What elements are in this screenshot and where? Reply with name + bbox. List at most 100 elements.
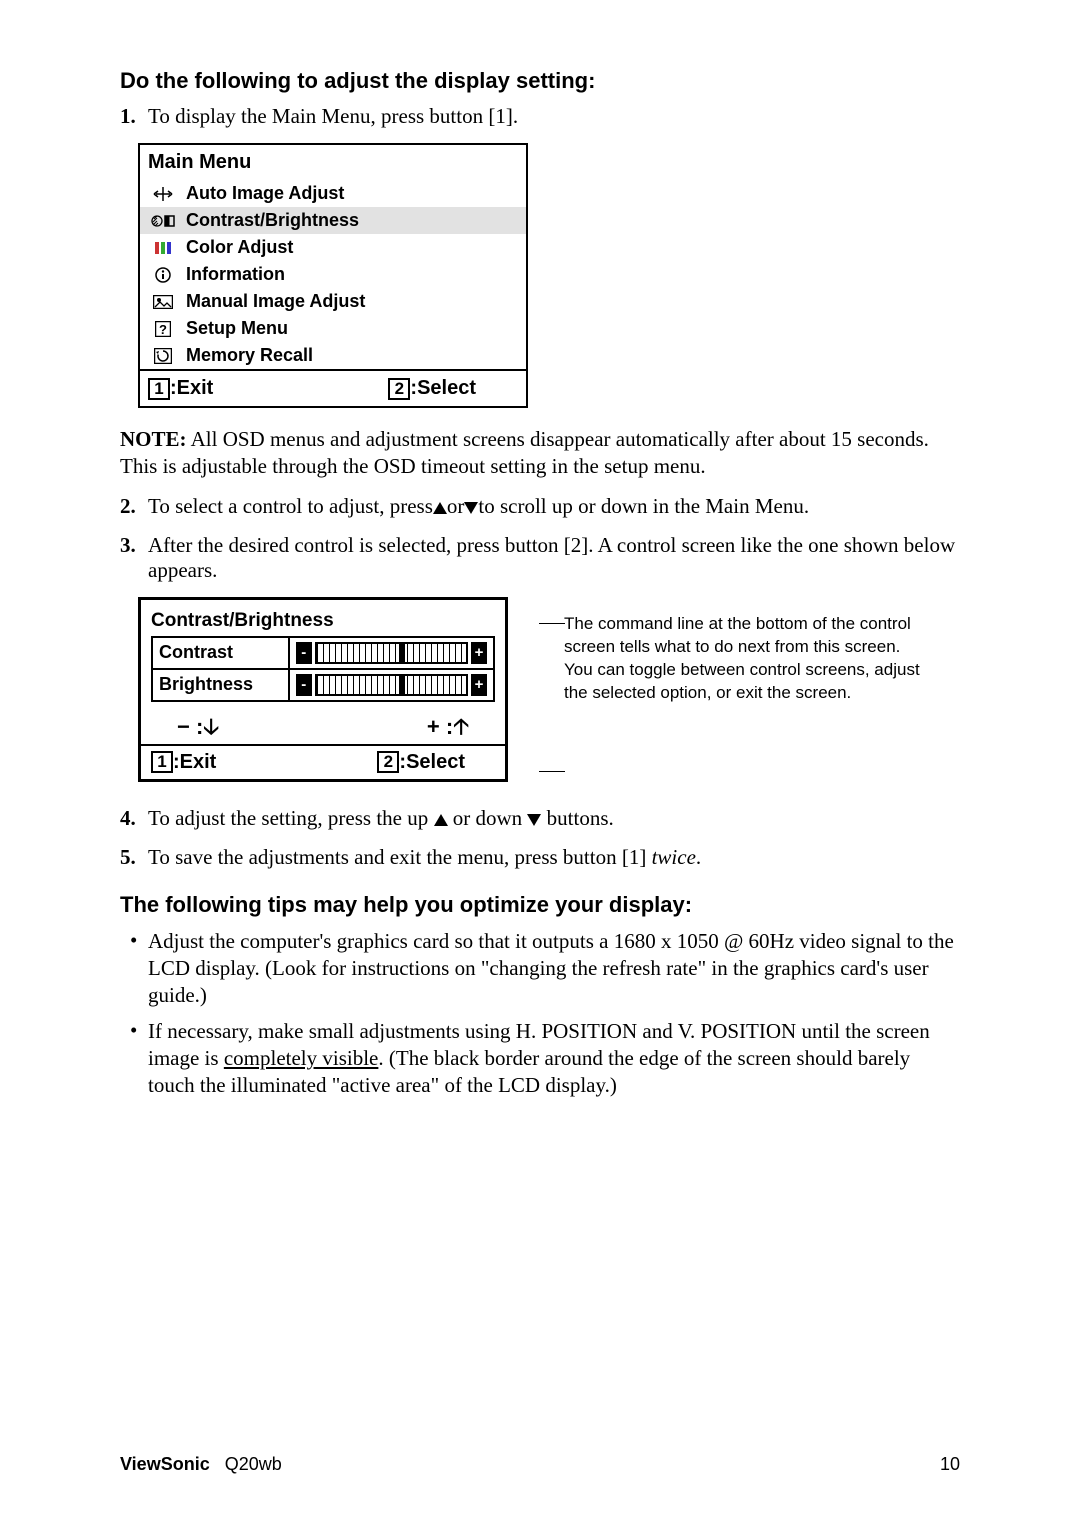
key-1-icon: 1 (151, 751, 173, 773)
note-paragraph: NOTE: All OSD menus and adjustment scree… (120, 426, 960, 480)
down-triangle-icon (464, 502, 478, 514)
brightness-label: Brightness (152, 669, 289, 701)
decrease-hint: − :🡣 (177, 714, 219, 740)
text-fragment: or down (448, 806, 528, 830)
step-number: 5. (120, 845, 148, 870)
step-5: 5. To save the adjustments and exit the … (120, 845, 960, 870)
step-number: 2. (120, 494, 148, 519)
exit-label: :Exit (170, 377, 213, 400)
up-triangle-icon (433, 502, 447, 514)
cb-title: Contrast/Brightness (151, 610, 495, 632)
cb-table: Contrast -+ Brightness -+ (151, 636, 495, 702)
memory-recall-icon (150, 348, 176, 364)
exit-label: :Exit (173, 751, 216, 774)
minus-icon: - (296, 642, 312, 664)
main-menu-osd: Main Menu Auto Image Adjust Contrast/Bri… (138, 143, 528, 408)
menu-item-information: Information (140, 261, 526, 288)
tip-text: Adjust the computer's graphics card so t… (148, 928, 960, 1009)
footer-brand: ViewSonic (120, 1454, 210, 1474)
step-number: 4. (120, 806, 148, 831)
step-4: 4. To adjust the setting, press the up o… (120, 806, 960, 831)
plus-icon: + (471, 642, 487, 664)
minus-icon: - (296, 674, 312, 696)
section-heading: Do the following to adjust the display s… (120, 68, 960, 94)
key-2-icon: 2 (388, 378, 410, 400)
menu-item-label: Color Adjust (186, 237, 293, 258)
bullet-icon: • (130, 1018, 148, 1099)
menu-item-label: Information (186, 264, 285, 285)
text-fragment: or (447, 494, 465, 518)
key-1-icon: 1 (148, 378, 170, 400)
tip-2: • If necessary, make small adjustments u… (130, 1018, 960, 1099)
text-fragment: To select a control to adjust, press (148, 494, 433, 518)
brightness-slider: -+ (289, 669, 494, 701)
slider-track (315, 674, 468, 696)
step-1: 1. To display the Main Menu, press butto… (120, 104, 960, 129)
step-text: To save the adjustments and exit the men… (148, 845, 960, 870)
up-triangle-icon (434, 814, 448, 826)
main-menu-footer: 1 :Exit 2 :Select (140, 369, 526, 406)
cb-nav-row: − :🡣 + :🡡 (151, 702, 495, 744)
step-text: To select a control to adjust, press orto… (148, 494, 960, 519)
bullet-icon: • (130, 928, 148, 1009)
step-text: After the desired control is selected, p… (148, 533, 960, 583)
step-2: 2. To select a control to adjust, press o… (120, 494, 960, 519)
select-label: :Select (410, 377, 476, 400)
slider-track (315, 642, 468, 664)
tip-1: • Adjust the computer's graphics card so… (130, 928, 960, 1009)
plus-icon: + (471, 674, 487, 696)
cb-footer: 1 :Exit 2 :Select (141, 744, 505, 779)
page-number: 10 (940, 1454, 960, 1475)
contrast-icon (150, 214, 176, 228)
step-number: 1. (120, 104, 148, 129)
main-menu-title: Main Menu (140, 145, 526, 180)
note-label: NOTE: (120, 427, 187, 451)
setup-icon: ? (150, 321, 176, 337)
down-triangle-icon (527, 814, 541, 826)
menu-item-label: Memory Recall (186, 345, 313, 366)
tip-text: If necessary, make small adjustments usi… (148, 1018, 960, 1099)
step-text: To adjust the setting, press the up or d… (148, 806, 960, 831)
increase-hint: + :🡡 (427, 714, 469, 740)
menu-item-label: Contrast/Brightness (186, 210, 359, 231)
connector-line (539, 623, 565, 624)
contrast-brightness-figure: Contrast/Brightness Contrast -+ Brightne… (138, 597, 960, 782)
up-arrow-icon: 🡡 (453, 716, 469, 738)
menu-item-label: Auto Image Adjust (186, 183, 344, 204)
menu-item-setup: ? Setup Menu (140, 315, 526, 342)
caption-container: The command line at the bottom of the co… (542, 597, 929, 705)
page-footer: ViewSonic Q20wb 10 (120, 1454, 960, 1475)
note-text: All OSD menus and adjustment screens dis… (120, 427, 929, 478)
text-fragment: buttons. (541, 806, 613, 830)
menu-item-contrast: Contrast/Brightness (140, 207, 526, 234)
text-fragment: . (696, 845, 701, 869)
menu-item-memory-recall: Memory Recall (140, 342, 526, 369)
menu-item-color: Color Adjust (140, 234, 526, 261)
contrast-brightness-osd: Contrast/Brightness Contrast -+ Brightne… (138, 597, 508, 782)
manual-image-icon (150, 295, 176, 309)
text-fragment: to scroll up or down in the Main Menu. (478, 494, 809, 518)
italic-text: twice (652, 845, 696, 869)
menu-item-label: Manual Image Adjust (186, 291, 365, 312)
section-heading-tips: The following tips may help you optimize… (120, 892, 960, 918)
contrast-label: Contrast (152, 637, 289, 669)
contrast-slider: -+ (289, 637, 494, 669)
figure-caption: The command line at the bottom of the co… (564, 613, 929, 705)
menu-item-manual-image: Manual Image Adjust (140, 288, 526, 315)
info-icon (150, 267, 176, 283)
svg-text:?: ? (159, 322, 167, 337)
connector-line (539, 771, 565, 772)
step-3: 3. After the desired control is selected… (120, 533, 960, 583)
text-fragment: To save the adjustments and exit the men… (148, 845, 652, 869)
underlined-text: completely visible (224, 1046, 379, 1070)
select-label: :Select (399, 751, 465, 774)
footer-model: Q20wb (225, 1454, 282, 1474)
step-text: To display the Main Menu, press button [… (148, 104, 960, 129)
menu-item-auto-image: Auto Image Adjust (140, 180, 526, 207)
auto-image-icon (150, 186, 176, 202)
menu-item-label: Setup Menu (186, 318, 288, 339)
text-fragment: To adjust the setting, press the up (148, 806, 434, 830)
footer-left: ViewSonic Q20wb (120, 1454, 282, 1475)
color-adjust-icon (150, 241, 176, 255)
key-2-icon: 2 (377, 751, 399, 773)
